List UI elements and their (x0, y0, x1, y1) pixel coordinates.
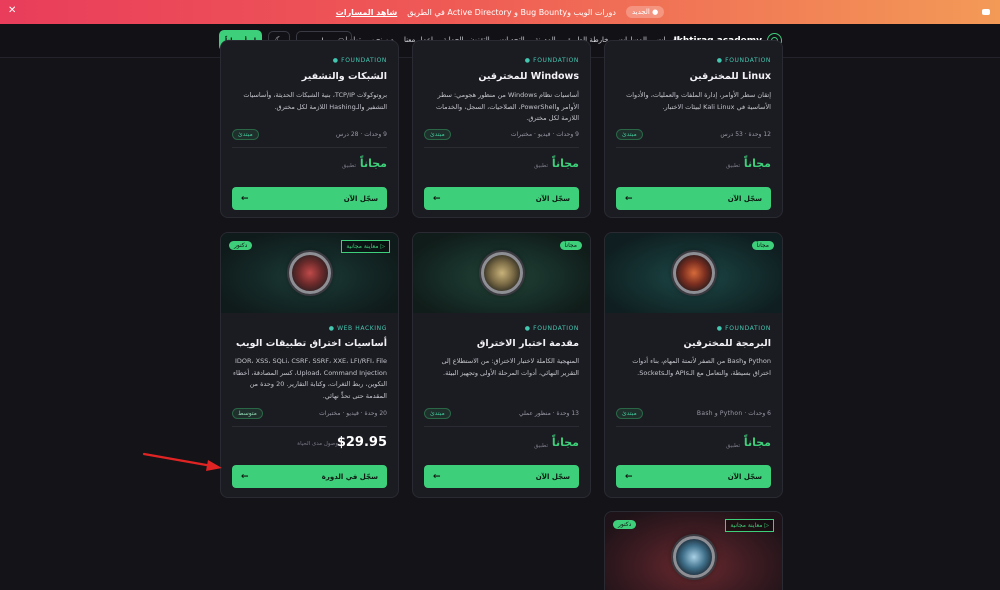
enroll-label: سجّل الآن (535, 194, 570, 203)
divider (424, 426, 579, 427)
course-card-networking[interactable]: FOUNDATION ● الشبكات والتشفير بروتوكولات… (220, 40, 399, 218)
announcement-text: دورات الويب وBug Bounty و Active Directo… (407, 7, 616, 17)
divider (424, 147, 579, 148)
level-badge: مبتدئ (232, 129, 259, 140)
enroll-label: سجّل الآن (727, 194, 762, 203)
course-price: مجاناً (743, 436, 771, 449)
course-price: مجاناً (359, 157, 387, 170)
enroll-button[interactable]: سجّل في الدورة ← (232, 465, 387, 488)
course-meta: 6 وحدات · Python و Bash (696, 410, 771, 417)
announcement-link[interactable]: شاهد المسارات (336, 8, 397, 17)
arrow-left-icon: ← (625, 193, 633, 204)
course-emblem-icon (288, 252, 331, 294)
annotation-arrow-icon (142, 452, 222, 471)
divider (232, 426, 387, 427)
divider (232, 147, 387, 148)
course-category: FOUNDATION ● (524, 57, 579, 64)
divider (616, 426, 771, 427)
course-meta: 13 وحدة · منظور عملي (518, 410, 579, 417)
course-description: IDOR، XSS، SQLi، CSRF، SSRF، XXE، LFI/RF… (233, 357, 387, 400)
course-card-programming[interactable]: مجاناً FOUNDATION ● البرمجة للمخترقين Py… (604, 232, 783, 498)
level-badge: مبتدئ (616, 408, 643, 419)
enroll-label: سجّل الآن (727, 472, 762, 481)
course-price: مجاناً (551, 157, 579, 170)
arrow-left-icon: ← (241, 193, 249, 204)
course-description: بروتوكولات TCP/IP، بنية الشبكات الحديثة،… (243, 91, 387, 111)
course-description: Python وBash من الصفر لأتمتة المهام، بنا… (632, 357, 771, 377)
course-thumbnail: ▷ معاينة مجانية دكتور (605, 512, 782, 590)
enroll-button[interactable]: سجّل الآن ← (616, 465, 771, 488)
course-category: FOUNDATION ● (332, 57, 387, 64)
enroll-label: سجّل في الدورة (321, 472, 378, 481)
course-category: FOUNDATION ● (716, 57, 771, 64)
course-meta: 20 وحدة · فيديو · مختبرات (319, 410, 387, 417)
arrow-left-icon: ← (433, 193, 441, 204)
enroll-label: سجّل الآن (343, 194, 378, 203)
price-badge: مجاناً (751, 241, 774, 250)
free-preview-button[interactable]: ▷ معاينة مجانية (725, 519, 774, 532)
price-note: تطبيق (534, 443, 548, 449)
course-title: Windows للمخترقين (478, 71, 579, 82)
price-note: تطبيق (726, 163, 740, 169)
course-emblem-icon (672, 536, 715, 578)
level-badge: مبتدئ (424, 129, 451, 140)
course-meta: 12 وحدة · 53 درس (720, 131, 771, 138)
price-note: تطبيق (342, 163, 356, 169)
course-title: أساسيات اختراق تطبيقات الويب (236, 338, 387, 349)
divider (616, 147, 771, 148)
course-category: FOUNDATION ● (716, 325, 771, 332)
price-note: تطبيق (534, 163, 548, 169)
enroll-button[interactable]: سجّل الآن ← (232, 187, 387, 210)
course-title: البرمجة للمخترقين (683, 338, 771, 349)
price-note: تطبيق (726, 443, 740, 449)
arrow-left-icon: ← (625, 471, 633, 482)
course-title: Linux للمخترقين (689, 71, 771, 82)
level-tag-badge: دكتور (613, 520, 637, 529)
arrow-left-icon: ← (433, 471, 441, 482)
enroll-button[interactable]: سجّل الآن ← (616, 187, 771, 210)
course-thumbnail: ▷ معاينة مجانية دكتور (221, 233, 398, 313)
level-badge: مبتدئ (616, 129, 643, 140)
arrow-left-icon: ← (241, 471, 249, 482)
close-icon[interactable]: ✕ (8, 5, 16, 16)
course-description: أساسيات نظام Windows من منظور هجومي: سطر… (436, 91, 579, 122)
course-category: FOUNDATION ● (524, 325, 579, 332)
course-price: مجاناً (743, 157, 771, 170)
course-price: $29.95 (336, 435, 387, 450)
course-card-windows[interactable]: FOUNDATION ● Windows للمخترقين أساسيات ن… (412, 40, 591, 218)
announcement-bar: ✕ ● الجديد دورات الويب وBug Bounty و Act… (0, 0, 1000, 24)
free-preview-button[interactable]: ▷ معاينة مجانية (341, 240, 390, 253)
price-badge: مجاناً (559, 241, 582, 250)
course-emblem-icon (672, 252, 715, 294)
price-note: وصول مدى الحياة (297, 441, 338, 447)
course-card-web-hacking[interactable]: ▷ معاينة مجانية دكتور WEB HACKING ● أساس… (220, 232, 399, 498)
level-tag-badge: دكتور (229, 241, 253, 250)
course-card-partial[interactable]: ▷ معاينة مجانية دكتور (604, 511, 783, 590)
course-description: المنهجية الكاملة لاختبار الاختراق: من ال… (441, 357, 579, 377)
course-card-pentest-intro[interactable]: مجاناً FOUNDATION ● مقدمة اختبار الاخترا… (412, 232, 591, 498)
enroll-button[interactable]: سجّل الآن ← (424, 187, 579, 210)
enroll-label: سجّل الآن (535, 472, 570, 481)
course-meta: 9 وحدات · فيديو · مختبرات (510, 131, 579, 138)
course-thumbnail: مجاناً (605, 233, 782, 313)
level-badge: مبتدئ (424, 408, 451, 419)
course-category: WEB HACKING ● (328, 325, 387, 332)
level-badge: متوسط (232, 408, 263, 419)
announcement-badge: ● الجديد (625, 6, 665, 18)
enroll-button[interactable]: سجّل الآن ← (424, 465, 579, 488)
course-title: الشبكات والتشفير (301, 71, 387, 82)
course-emblem-icon (480, 252, 523, 294)
course-price: مجاناً (551, 436, 579, 449)
course-thumbnail: مجاناً (413, 233, 590, 313)
course-card-linux[interactable]: FOUNDATION ● Linux للمخترقين إتقان سطر ا… (604, 40, 783, 218)
course-title: مقدمة اختبار الاختراق (476, 338, 579, 349)
course-meta: 9 وحدات · 28 درس (336, 131, 387, 138)
course-description: إتقان سطر الأوامر، إدارة الملفات والعملي… (626, 91, 771, 111)
collapse-toggle-icon[interactable] (982, 9, 990, 15)
